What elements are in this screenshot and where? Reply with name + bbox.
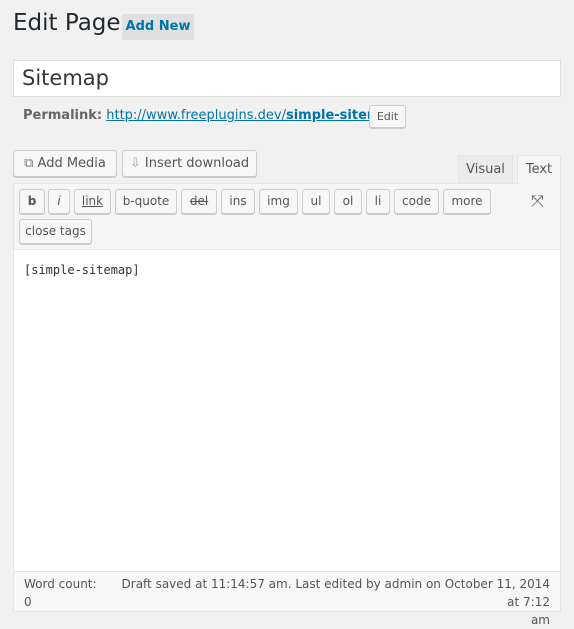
insert-download-label: Insert download [144, 156, 250, 171]
edit-permalink-button[interactable]: Edit [369, 105, 406, 128]
qt-li-button[interactable]: li [366, 189, 390, 214]
add-media-button[interactable]: ⧉ Add Media [13, 150, 117, 177]
qt-ul-button[interactable]: ul [302, 189, 330, 214]
download-icon: ⇩ [129, 156, 141, 171]
qt-del-button[interactable]: del [181, 189, 217, 214]
permalink-base: http://www.freeplugins.dev/ [106, 108, 286, 123]
qt-link-button[interactable]: link [74, 189, 111, 214]
word-count-label: Word count: [24, 577, 97, 591]
media-icon: ⧉ [24, 156, 34, 171]
editor-footer: Word count: 0 Draft saved at 11:14:57 am.… [14, 571, 560, 627]
permalink-link[interactable]: http://www.freeplugins.dev/simple-sitema… [106, 108, 403, 123]
fullscreen-icon[interactable]: ⤧ [531, 191, 544, 211]
content-textarea[interactable]: [simple-sitemap] [24, 263, 140, 277]
permalink: Permalink: http://www.freeplugins.dev/si… [23, 108, 403, 123]
add-new-button[interactable]: Add New [122, 14, 194, 40]
tab-visual[interactable]: Visual [458, 155, 513, 183]
status-line: am [530, 613, 550, 627]
page-title: Edit Page [13, 10, 121, 36]
status-line: Draft saved at 11:14:57 am. Last edited … [121, 577, 550, 609]
qt-italic-button[interactable]: i [48, 189, 70, 214]
qt-img-button[interactable]: img [259, 189, 298, 214]
word-count: Word count: 0 [24, 575, 97, 611]
qt-bquote-button[interactable]: b-quote [115, 189, 177, 214]
insert-download-button[interactable]: ⇩ Insert download [122, 150, 257, 177]
qt-more-button[interactable]: more [443, 189, 491, 214]
qt-bold-button[interactable]: b [19, 189, 45, 214]
word-count-value: 0 [24, 595, 32, 609]
qt-close-tags-button[interactable]: close tags [19, 219, 92, 244]
qt-code-button[interactable]: code [394, 189, 439, 214]
permalink-label: Permalink: [23, 108, 103, 123]
autosave-status: Draft saved at 11:14:57 am. Last edited … [110, 575, 550, 629]
add-media-label: Add Media [37, 156, 106, 171]
tab-text[interactable]: Text [517, 155, 561, 184]
qt-ol-button[interactable]: ol [334, 189, 362, 214]
qt-ins-button[interactable]: ins [221, 189, 255, 214]
title-input[interactable]: Sitemap [13, 60, 561, 97]
